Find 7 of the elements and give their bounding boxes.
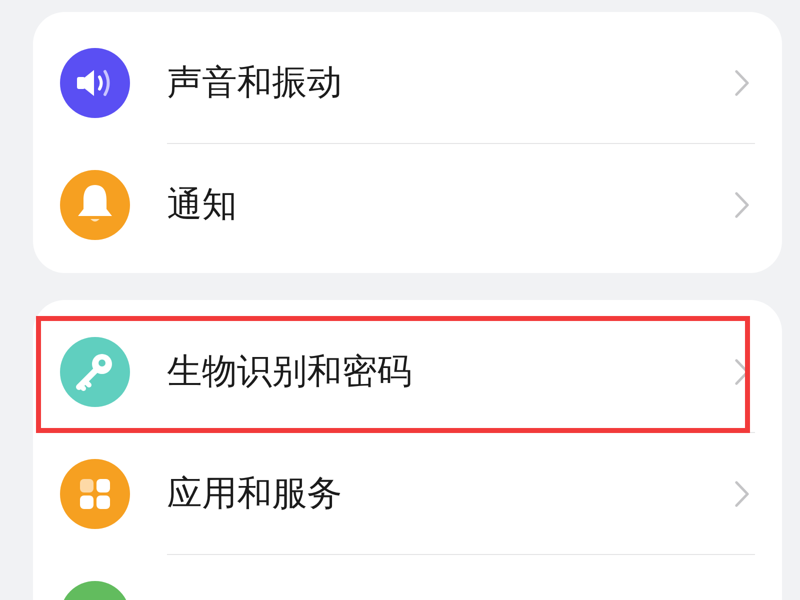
settings-item[interactable]: 应用和服务	[33, 433, 782, 554]
chevron-icon	[735, 192, 749, 218]
settings-item[interactable]: 声音和振动	[33, 22, 782, 143]
settings-item[interactable]: 通知	[33, 144, 782, 265]
chevron-icon	[735, 480, 749, 506]
settings-item[interactable]: 生物识别和密码	[33, 311, 782, 432]
chevron-icon	[735, 70, 749, 96]
